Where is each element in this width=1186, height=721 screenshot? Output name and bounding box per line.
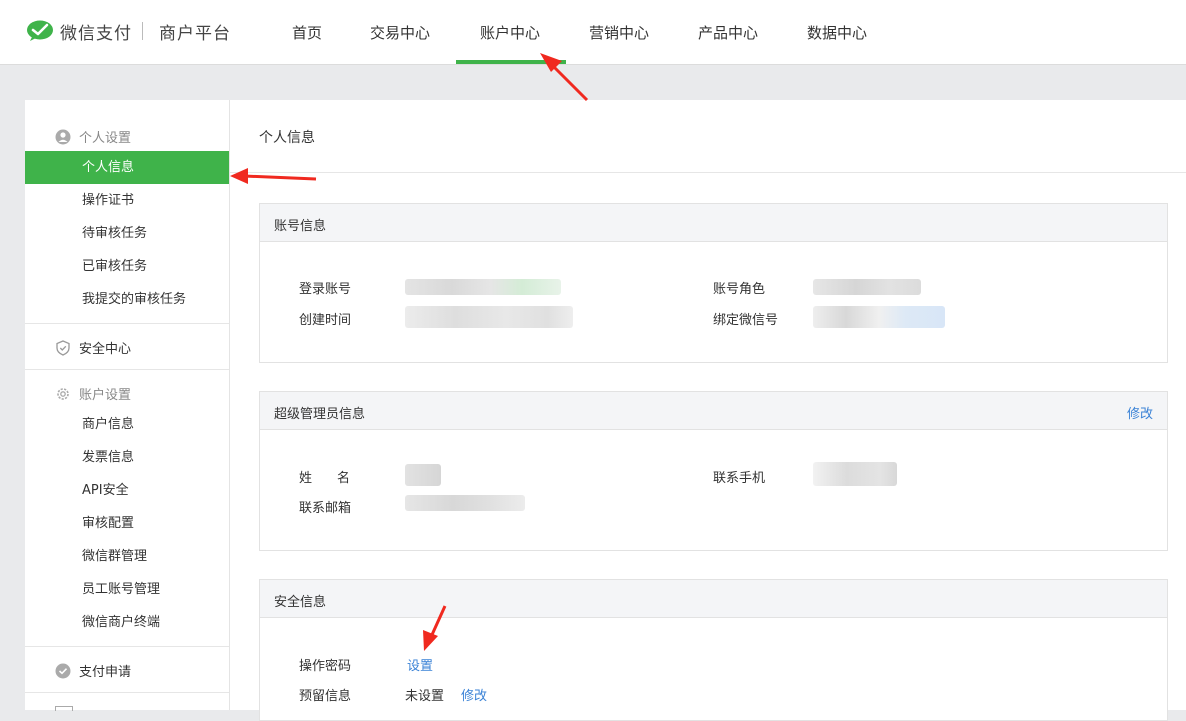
bound-wechat-value-redacted (813, 306, 945, 328)
admin-edit-link[interactable]: 修改 (1127, 403, 1153, 422)
sidebar-group-personal-label: 个人设置 (79, 131, 132, 146)
sidebar-item-staff-accounts[interactable]: 员工账号管理 (25, 573, 229, 606)
admin-info-header: 超级管理员信息 修改 (260, 392, 1167, 430)
sidebar-item-api-security[interactable]: API安全 (25, 474, 229, 507)
pay-icon (55, 663, 71, 678)
user-icon (55, 129, 71, 144)
shield-icon (56, 339, 70, 356)
sidebar-pay-apply-label: 支付申请 (79, 665, 132, 680)
sidebar: 个人设置 个人信息 操作证书 待审核任务 已审核任务 我提交的审核任务 安全中心… (25, 100, 230, 711)
sidebar-item-security-center[interactable]: 安全中心 (55, 338, 131, 357)
admin-name-value-redacted (405, 464, 441, 486)
admin-phone-value-redacted (813, 462, 897, 486)
created-time-value-redacted (405, 306, 573, 328)
account-info-header: 账号信息 (260, 204, 1167, 242)
nav-marketing-center[interactable]: 营销中心 (589, 22, 649, 43)
sidebar-item-reviewed[interactable]: 已审核任务 (25, 250, 229, 283)
admin-email-label: 联系邮箱 (299, 501, 352, 516)
sidebar-item-review-config[interactable]: 审核配置 (25, 507, 229, 540)
admin-name-label: 姓 名 (299, 471, 357, 486)
login-account-label: 登录账号 (299, 282, 352, 297)
account-role-value-redacted (813, 279, 921, 295)
security-info-title: 安全信息 (274, 595, 327, 610)
sidebar-item-merchant-info[interactable]: 商户信息 (25, 408, 229, 441)
brand-name: 微信支付 (60, 23, 132, 44)
login-account-value-redacted (405, 279, 561, 295)
sidebar-item-pay-apply[interactable]: 支付申请 (55, 661, 131, 680)
sidebar-group-personal[interactable]: 个人设置 (55, 127, 131, 146)
sidebar-item-pending-review[interactable]: 待审核任务 (25, 217, 229, 250)
sidebar-divider (25, 323, 229, 324)
sidebar-divider (25, 369, 229, 370)
sidebar-item-certificate[interactable]: 操作证书 (25, 184, 229, 217)
admin-info-title: 超级管理员信息 (274, 407, 366, 422)
reserved-info-value: 未设置 (405, 689, 445, 704)
account-info-title: 账号信息 (274, 219, 327, 234)
sidebar-divider (25, 692, 229, 693)
wechat-pay-logo-icon (27, 20, 53, 41)
title-divider (230, 172, 1186, 173)
logo[interactable]: 微信支付 商户平台 (26, 16, 231, 46)
bound-wechat-label: 绑定微信号 (713, 313, 779, 328)
brand-subtitle: 商户平台 (159, 23, 231, 44)
sidebar-item-personal-info[interactable]: 个人信息 (25, 151, 229, 184)
active-nav-indicator (456, 60, 566, 64)
partial-next-icon (55, 706, 73, 711)
sidebar-security-label: 安全中心 (79, 342, 132, 357)
nav-product-center[interactable]: 产品中心 (698, 22, 758, 43)
top-bar: 微信支付 商户平台 首页 交易中心 账户中心 营销中心 产品中心 数据中心 (0, 0, 1186, 65)
sidebar-group-account[interactable]: 账户设置 (55, 384, 131, 403)
operation-password-set-link[interactable]: 设置 (407, 655, 433, 674)
security-info-card: 安全信息 (259, 579, 1168, 721)
security-info-header: 安全信息 (260, 580, 1167, 618)
reserved-info-label: 预留信息 (299, 689, 352, 704)
sidebar-item-invoice-info[interactable]: 发票信息 (25, 441, 229, 474)
nav-trade-center[interactable]: 交易中心 (370, 22, 430, 43)
page-title: 个人信息 (259, 130, 315, 146)
nav-data-center[interactable]: 数据中心 (807, 22, 867, 43)
admin-email-value-redacted (405, 495, 525, 511)
sidebar-item-merchant-terminal[interactable]: 微信商户终端 (25, 606, 229, 639)
account-role-label: 账号角色 (713, 282, 766, 297)
sidebar-divider (25, 646, 229, 647)
nav-account-center[interactable]: 账户中心 (480, 22, 540, 43)
gear-icon (57, 387, 69, 400)
sidebar-group-account-label: 账户设置 (79, 388, 132, 403)
brand-divider (142, 22, 143, 40)
reserved-info-edit-link[interactable]: 修改 (461, 685, 487, 704)
sidebar-item-my-submitted[interactable]: 我提交的审核任务 (25, 283, 229, 316)
created-time-label: 创建时间 (299, 313, 352, 328)
admin-phone-label: 联系手机 (713, 471, 766, 486)
sidebar-item-wechat-group[interactable]: 微信群管理 (25, 540, 229, 573)
operation-password-label: 操作密码 (299, 659, 352, 674)
nav-home[interactable]: 首页 (292, 22, 322, 43)
